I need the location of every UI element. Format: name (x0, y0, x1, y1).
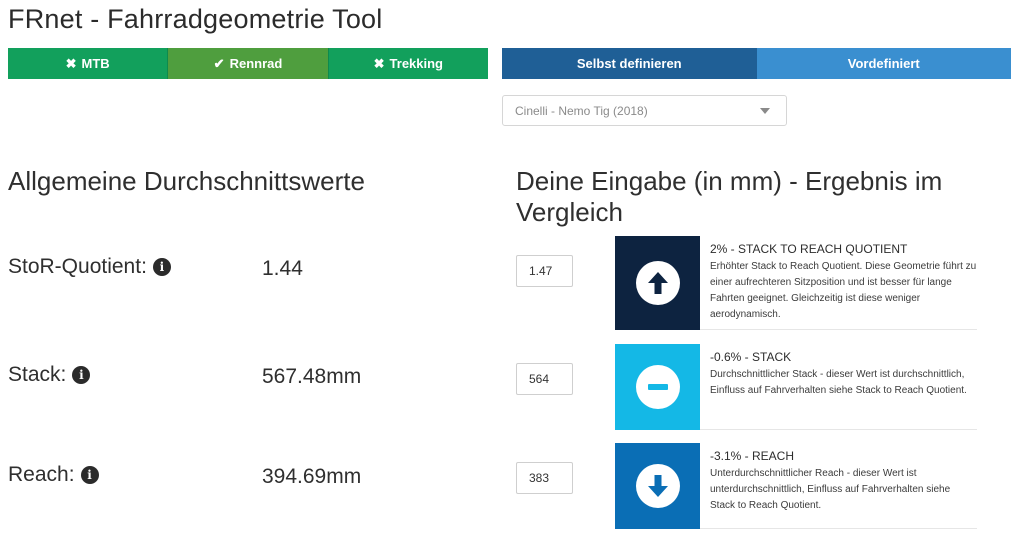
result-tile (615, 344, 700, 430)
bike-type-trekking-button[interactable]: ✖ Trekking (327, 48, 488, 79)
reach-label: Reach: i (8, 463, 99, 487)
result-title: -3.1% - REACH (710, 449, 795, 463)
result-tile (615, 443, 700, 529)
result-stack: -0.6% - STACK Durchschnittlicher Stack -… (615, 344, 977, 430)
bike-type-label: Trekking (389, 56, 443, 71)
chevron-down-icon (760, 108, 770, 114)
result-text: 2% - STACK TO REACH QUOTIENT Erhöhter St… (700, 236, 977, 330)
comparison-heading: Deine Eingabe (in mm) - Ergebnis im Verg… (516, 166, 943, 227)
row-label-text: Stack: (8, 363, 67, 386)
x-icon: ✖ (65, 55, 77, 71)
result-stor: 2% - STACK TO REACH QUOTIENT Erhöhter St… (615, 236, 977, 330)
result-description: Unterdurchschnittlicher Reach - dieser W… (710, 468, 951, 511)
result-text: -3.1% - REACH Unterdurchschnittlicher Re… (700, 443, 977, 529)
info-icon[interactable]: i (80, 466, 99, 484)
result-title: 2% - STACK TO REACH QUOTIENT (710, 242, 908, 256)
page-title: FRnet - Fahrradgeometrie Tool (8, 4, 383, 34)
stack-input[interactable] (516, 363, 573, 395)
stack-label: Stack: i (8, 363, 91, 387)
x-icon: ✖ (373, 55, 385, 71)
preset-bike-value: Cinelli - Nemo Tig (2018) (515, 103, 648, 118)
result-title: -0.6% - STACK (710, 350, 792, 364)
bike-type-label: Rennrad (229, 56, 283, 71)
result-description: Erhöhter Stack to Reach Quotient. Diese … (710, 261, 977, 320)
bike-type-selector: ✖ MTB ✔ Rennrad ✖ Trekking (8, 48, 488, 79)
arrow-down-icon (635, 464, 680, 508)
result-reach: -3.1% - REACH Unterdurchschnittlicher Re… (615, 443, 977, 529)
bike-type-mtb-button[interactable]: ✖ MTB (8, 48, 168, 79)
reach-input[interactable] (516, 462, 573, 494)
result-description: Durchschnittlicher Stack - dieser Wert i… (710, 369, 967, 396)
row-label-text: StoR-Quotient: (8, 255, 147, 278)
stor-quotient-input[interactable] (516, 255, 573, 287)
result-tile (615, 236, 700, 330)
result-text: -0.6% - STACK Durchschnittlicher Stack -… (700, 344, 977, 430)
mode-selector: Selbst definieren Vordefiniert (502, 48, 1011, 79)
stack-value: 567.48mm (262, 365, 362, 388)
info-icon[interactable]: i (152, 258, 171, 276)
mode-predefined-button[interactable]: Vordefiniert (756, 48, 1011, 79)
stor-quotient-value: 1.44 (262, 257, 303, 280)
reach-value: 394.69mm (262, 465, 362, 488)
preset-bike-select[interactable]: Cinelli - Nemo Tig (2018) (502, 95, 787, 126)
bike-type-label: MTB (81, 56, 110, 71)
row-label-text: Reach: (8, 463, 75, 486)
stor-quotient-label: StoR-Quotient: i (8, 255, 171, 279)
averages-heading: Allgemeine Durchschnittswerte (8, 166, 365, 196)
mode-custom-button[interactable]: Selbst definieren (502, 48, 757, 79)
check-icon: ✔ (213, 55, 225, 71)
info-icon[interactable]: i (72, 366, 91, 384)
arrow-up-icon (635, 261, 680, 305)
bike-type-rennrad-button[interactable]: ✔ Rennrad (167, 48, 328, 79)
minus-icon (635, 365, 680, 409)
